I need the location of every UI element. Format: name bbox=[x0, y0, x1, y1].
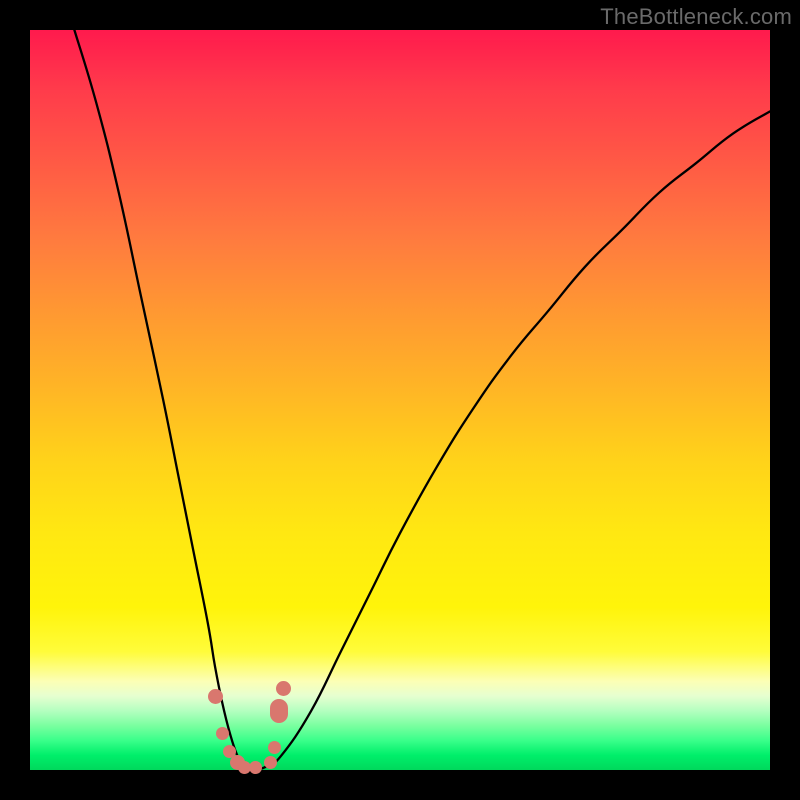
curve-marker bbox=[208, 689, 223, 704]
watermark-text: TheBottleneck.com bbox=[600, 4, 792, 30]
curve-marker bbox=[249, 761, 262, 774]
plot-area bbox=[30, 30, 770, 770]
chart-stage: TheBottleneck.com bbox=[0, 0, 800, 800]
curve-marker bbox=[276, 681, 291, 696]
curve-marker bbox=[268, 741, 281, 754]
curve-marker bbox=[216, 727, 229, 740]
bottleneck-curve bbox=[30, 30, 770, 770]
curve-marker bbox=[270, 699, 288, 723]
curve-marker bbox=[264, 756, 277, 769]
